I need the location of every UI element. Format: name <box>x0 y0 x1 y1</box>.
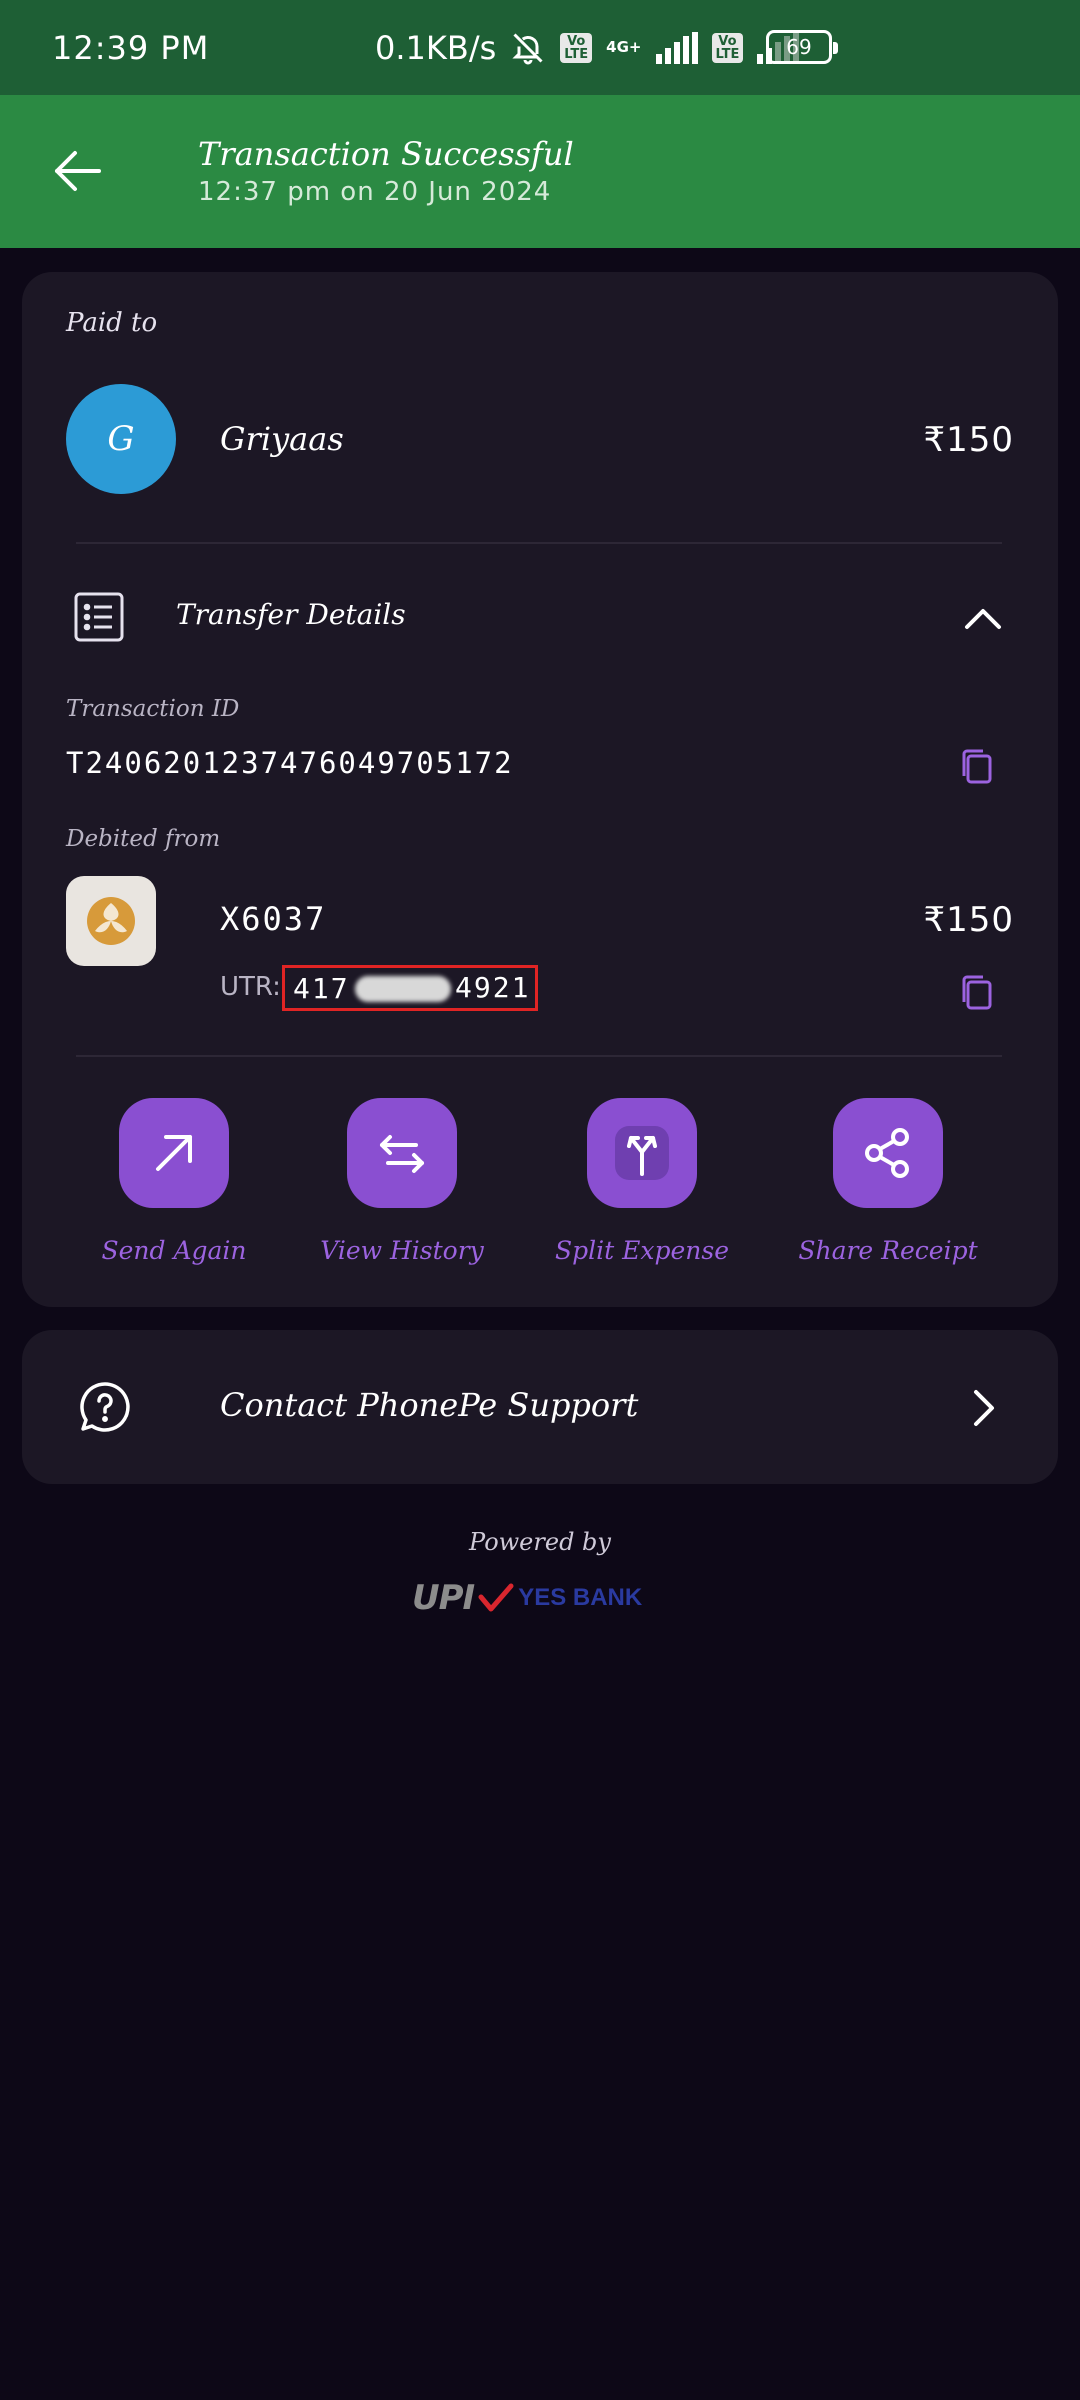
status-indicators: 0.1KB/s Vo LTE 4G+ Vo LTE <box>375 0 800 95</box>
help-chat-icon <box>78 1380 132 1434</box>
upi-logo: UPI <box>412 1578 475 1618</box>
share-icon <box>833 1098 943 1208</box>
share-receipt-label: Share Receipt <box>798 1236 978 1265</box>
share-receipt-button[interactable]: Share Receipt <box>793 1098 983 1265</box>
transaction-timestamp: 12:37 pm on 20 Jun 2024 <box>198 177 552 207</box>
avatar-letter: G <box>107 419 135 459</box>
arrow-left-icon <box>55 151 101 191</box>
divider <box>76 542 1002 544</box>
check-mark-icon <box>478 1583 514 1612</box>
volte-icon-2: Vo LTE <box>711 32 744 63</box>
send-again-label: Send Again <box>101 1236 247 1265</box>
copy-icon <box>962 975 992 1010</box>
support-card[interactable]: Contact PhonePe Support <box>22 1330 1058 1484</box>
copy-transaction-id-button[interactable] <box>956 746 996 786</box>
yes-bank-logo: YES BANK <box>518 1584 643 1611</box>
utr-label: UTR: <box>220 972 281 1002</box>
view-history-label: View History <box>320 1236 484 1265</box>
transfer-details-label[interactable]: Transfer Details <box>176 598 406 631</box>
battery-icon: 69 <box>766 30 838 64</box>
network-speed: 0.1KB/s <box>375 28 497 67</box>
paid-amount: ₹150 <box>923 420 1014 460</box>
network-type: 4G+ <box>606 38 642 56</box>
split-expense-button[interactable]: Split Expense <box>547 1098 737 1265</box>
transaction-card: Paid to G Griyaas ₹150 Transfer Details … <box>22 272 1058 1307</box>
view-history-button[interactable]: View History <box>307 1098 497 1265</box>
volte-icon: Vo LTE <box>560 32 593 63</box>
transaction-id: T2406201237476049705172 <box>66 746 514 780</box>
powered-by-label: Powered by <box>469 1528 611 1556</box>
chevron-up-icon <box>965 609 1001 629</box>
bank-logo <box>66 876 156 966</box>
page-title: Transaction Successful <box>198 135 574 173</box>
debited-amount: ₹150 <box>923 900 1014 940</box>
chevron-right-icon <box>962 1384 1002 1432</box>
utr-start: 417 <box>293 971 350 1005</box>
action-row: Send Again View History Split Expense Sh… <box>22 1098 1058 1278</box>
signal-icon <box>655 31 698 64</box>
split-icon <box>587 1098 697 1208</box>
send-again-button[interactable]: Send Again <box>79 1098 269 1265</box>
utr-highlight-box: 417 4921 <box>282 965 538 1011</box>
swap-arrows-icon <box>347 1098 457 1208</box>
copy-icon <box>962 749 992 784</box>
app-header: Transaction Successful 12:37 pm on 20 Ju… <box>0 95 1080 248</box>
payee-name: Griyaas <box>220 420 344 458</box>
partner-logos: UPI YES BANK <box>412 1578 642 1618</box>
debited-from-label: Debited from <box>66 826 221 852</box>
arrow-up-right-icon <box>119 1098 229 1208</box>
copy-utr-button[interactable] <box>956 972 996 1012</box>
battery-level: 69 <box>786 35 812 59</box>
paid-to-label: Paid to <box>66 308 158 338</box>
status-bar: 12:39 PM 0.1KB/s Vo LTE 4G+ Vo LTE 69 <box>0 0 1080 95</box>
transaction-id-label: Transaction ID <box>66 696 240 722</box>
collapse-button[interactable] <box>958 594 1008 644</box>
contact-support-label: Contact PhonePe Support <box>220 1386 639 1424</box>
avatar: G <box>66 384 176 494</box>
status-time: 12:39 PM <box>52 28 210 67</box>
divider <box>76 1055 1002 1057</box>
split-expense-label: Split Expense <box>555 1236 729 1265</box>
utr-redaction <box>355 976 451 1002</box>
account-number: X6037 <box>220 900 327 938</box>
document-list-icon <box>72 590 126 644</box>
utr-end: 4921 <box>455 971 531 1004</box>
back-button[interactable] <box>40 133 116 209</box>
bell-off-icon <box>510 30 546 66</box>
